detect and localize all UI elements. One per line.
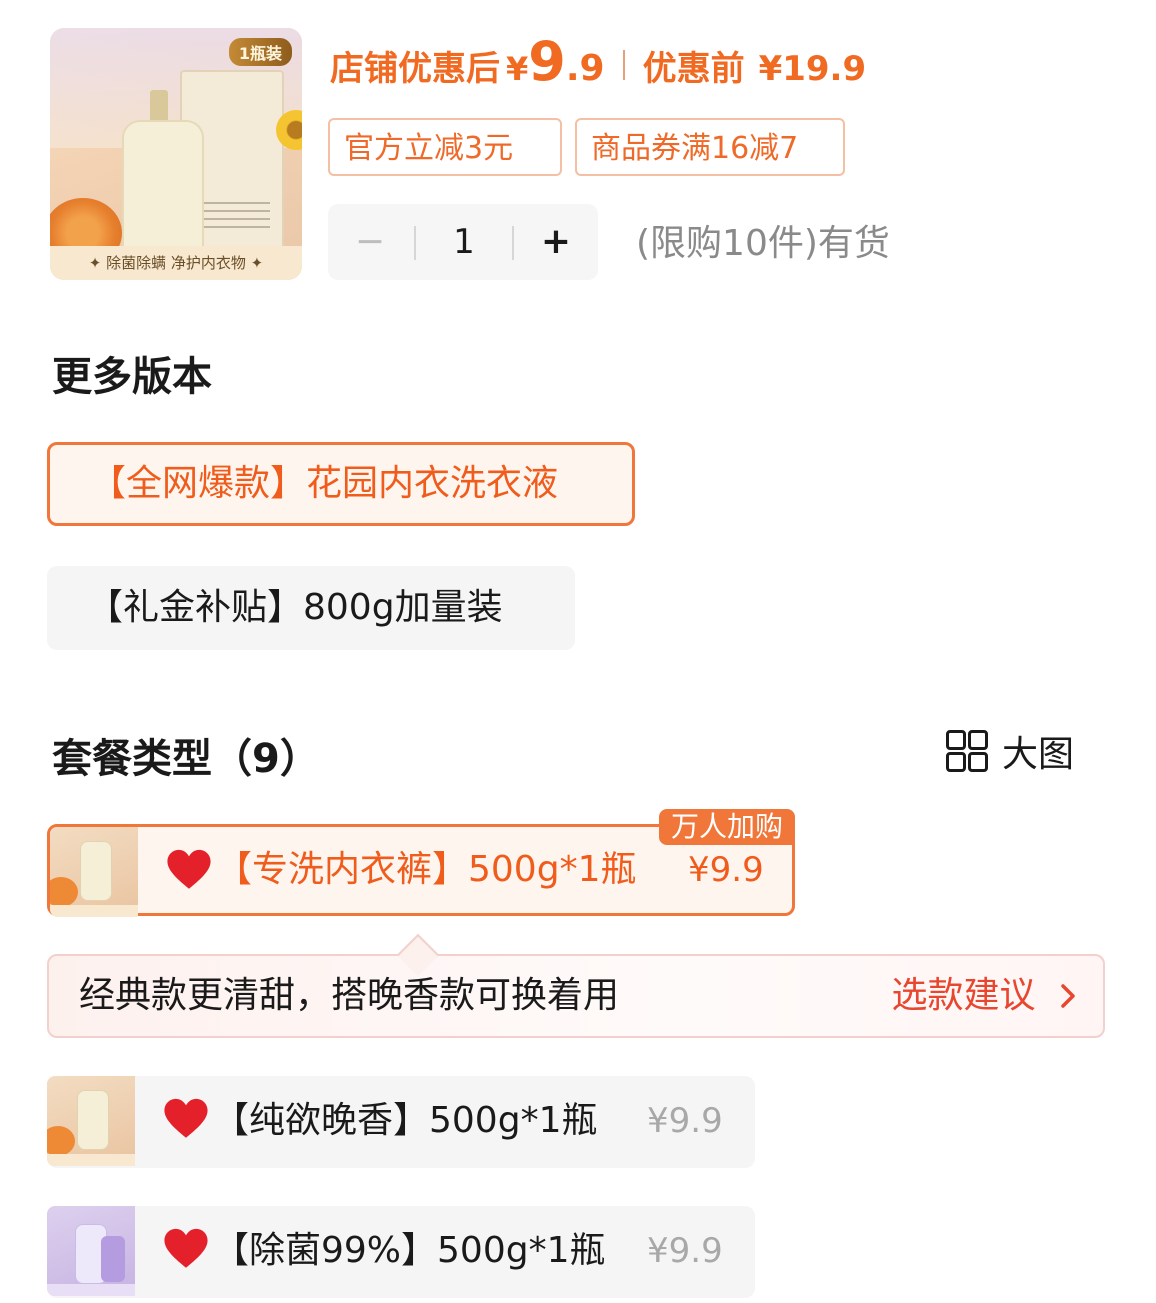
- increment-button[interactable]: +: [514, 204, 598, 280]
- package-label: 【纯欲晚香】500g*1瓶: [213, 1100, 598, 1141]
- large-view-toggle[interactable]: 大图: [946, 728, 1075, 775]
- version-option-selected[interactable]: 【全网爆款】花园内衣洗衣液: [47, 442, 635, 526]
- package-option[interactable]: 【除菌99%】500g*1瓶 ¥9.9: [47, 1206, 755, 1298]
- package-price: ¥9.9: [647, 1231, 723, 1271]
- package-thumbnail: [47, 1206, 135, 1296]
- chevron-right-icon: [1061, 984, 1075, 1008]
- price-currency: ¥: [506, 50, 529, 88]
- package-option-selected[interactable]: 【专洗内衣裤】500g*1瓶 ¥9.9 万人加购: [47, 809, 795, 917]
- package-label: 【专洗内衣裤】500g*1瓶: [216, 849, 637, 890]
- large-view-label: 大图: [1002, 734, 1075, 775]
- price-after-int: 9: [528, 30, 566, 93]
- packages-title: 套餐类型（9）: [52, 736, 320, 782]
- price-divider: [622, 50, 625, 80]
- selection-advice-label: 选款建议: [891, 975, 1036, 1016]
- product-image[interactable]: 1瓶装 ✦ 除菌除螨 净护内衣物 ✦: [50, 28, 302, 280]
- price-before-value: ¥19.9: [758, 49, 867, 89]
- price-before-label: 优惠前: [642, 49, 745, 89]
- stock-status: (限购10件)有货: [636, 223, 890, 264]
- price-after-label: 店铺优惠后: [330, 49, 500, 89]
- quantity-stepper: − 1 +: [328, 204, 598, 280]
- selection-advice-link[interactable]: 选款建议: [892, 956, 1081, 1036]
- price-after-dec: .9: [565, 48, 605, 89]
- package-option[interactable]: 【纯欲晚香】500g*1瓶 ¥9.9: [47, 1076, 755, 1168]
- selection-tip: 经典款更清甜，搭晚香款可换着用 选款建议: [47, 933, 1105, 1038]
- package-thumbnail: [50, 827, 138, 917]
- price-row: 店铺优惠后 ¥ 9 .9 优惠前 ¥19.9: [330, 30, 866, 100]
- image-badge: 1瓶装: [228, 38, 292, 66]
- version-option[interactable]: 【礼金补贴】800g加量装: [47, 566, 575, 650]
- package-thumbnail: [47, 1076, 135, 1166]
- versions-title: 更多版本: [52, 354, 212, 400]
- quantity-value[interactable]: 1: [416, 204, 512, 280]
- package-price: ¥9.9: [647, 1101, 723, 1141]
- grid-icon: [946, 730, 988, 772]
- heart-icon: [167, 849, 211, 889]
- heart-icon: [164, 1228, 208, 1268]
- package-label: 【除菌99%】500g*1瓶: [213, 1230, 606, 1271]
- promo-tag[interactable]: 商品券满16减7: [575, 118, 845, 176]
- tip-text: 经典款更清甜，搭晚香款可换着用: [79, 975, 620, 1016]
- hot-badge: 万人加购: [658, 809, 795, 845]
- promo-tag[interactable]: 官方立减3元: [328, 118, 562, 176]
- image-caption: ✦ 除菌除螨 净护内衣物 ✦: [50, 246, 302, 280]
- decrement-button[interactable]: −: [328, 204, 412, 280]
- heart-icon: [164, 1098, 208, 1138]
